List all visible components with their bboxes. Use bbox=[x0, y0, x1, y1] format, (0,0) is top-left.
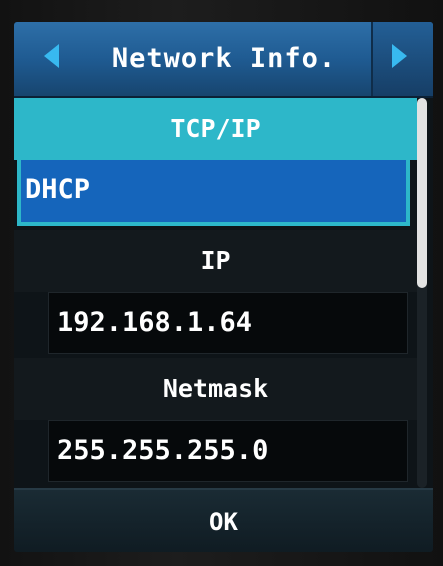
ip-label: IP bbox=[200, 246, 231, 275]
page-title: Network Info. bbox=[111, 43, 337, 74]
ip-address-field[interactable]: 192.168.1.64 bbox=[48, 292, 408, 354]
scrollbar[interactable] bbox=[417, 98, 427, 488]
tcp-ip-row[interactable]: TCP/IP bbox=[14, 98, 417, 160]
netmask-value: 255.255.255.0 bbox=[57, 435, 269, 466]
netmask-label: Netmask bbox=[162, 374, 269, 403]
ok-label: OK bbox=[209, 508, 238, 536]
tcp-ip-label: TCP/IP bbox=[170, 114, 261, 143]
tcp-ip-mode-value: DHCP bbox=[25, 174, 91, 205]
ok-button[interactable]: OK bbox=[14, 488, 433, 552]
netmask-field[interactable]: 255.255.255.0 bbox=[48, 420, 408, 482]
arrow-right-icon[interactable] bbox=[392, 44, 407, 68]
tcp-ip-mode-field[interactable]: DHCP bbox=[17, 160, 410, 226]
ip-row: IP bbox=[14, 230, 417, 292]
scrollbar-thumb[interactable] bbox=[417, 98, 427, 288]
ip-address-value: 192.168.1.64 bbox=[57, 307, 253, 338]
title-bar: Network Info. bbox=[14, 22, 433, 98]
device-screen: Network Info. TCP/IP DHCP IP 192.168.1.6… bbox=[14, 22, 433, 552]
arrow-left-icon[interactable] bbox=[44, 44, 59, 68]
netmask-row: Netmask bbox=[14, 358, 417, 420]
